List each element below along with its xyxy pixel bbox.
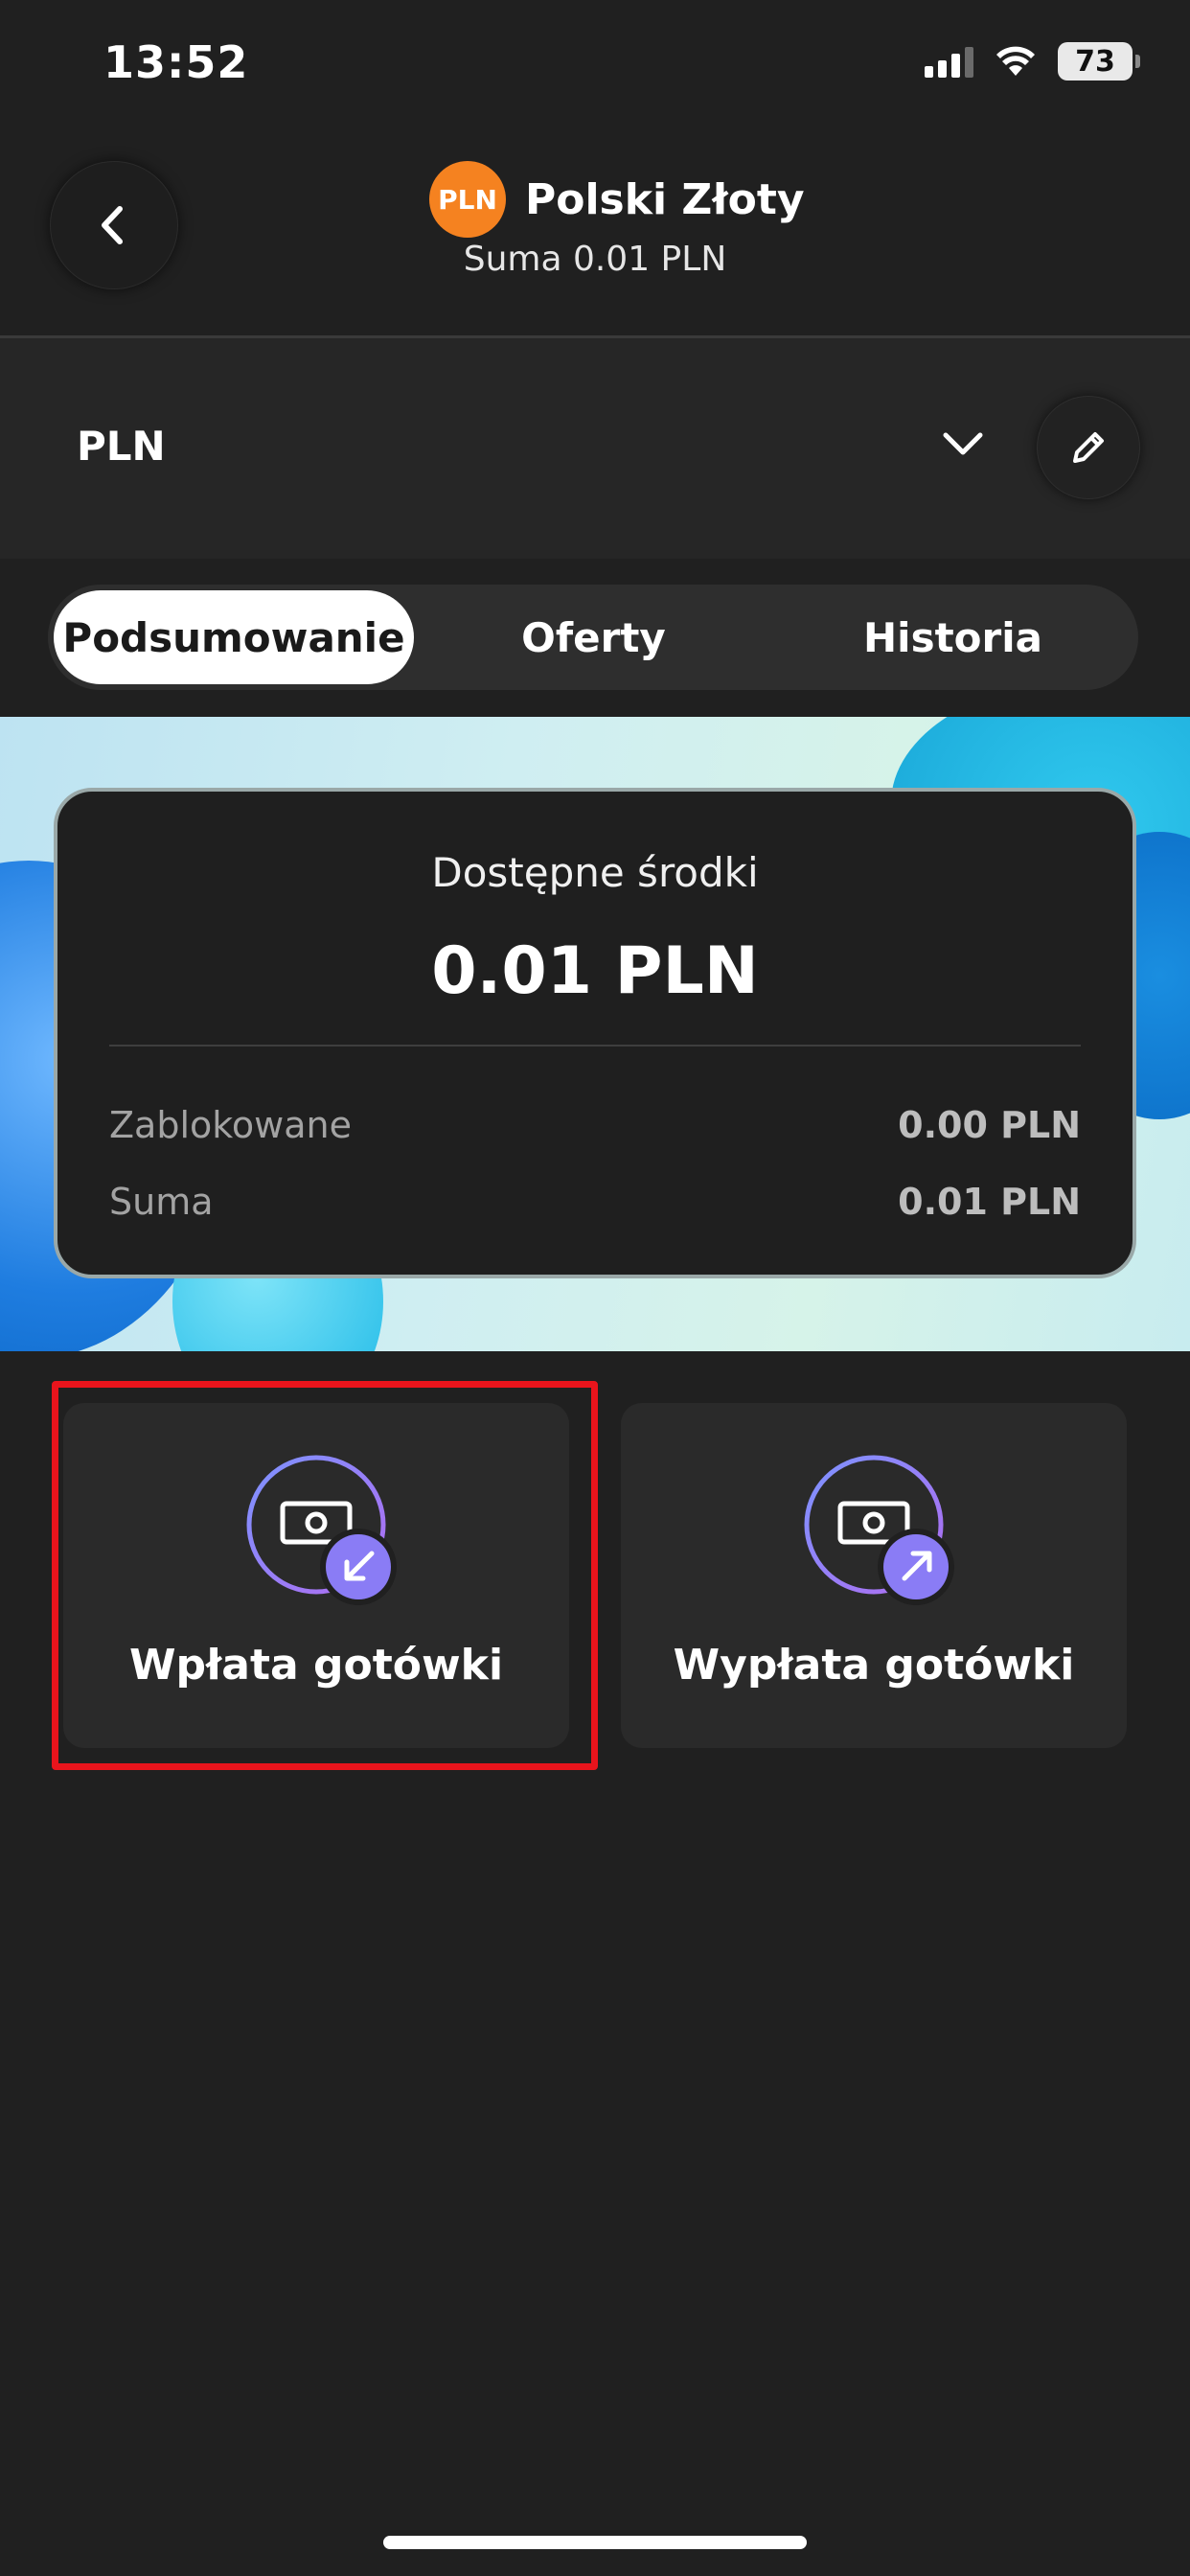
cash-deposit-icon — [246, 1455, 397, 1605]
currency-dropdown-button[interactable] — [939, 420, 987, 468]
edit-button[interactable] — [1037, 396, 1140, 499]
status-icons: 73 — [925, 42, 1140, 80]
currency-selector-label: PLN — [77, 423, 166, 470]
page-title: Polski Złoty — [525, 174, 805, 224]
cash-withdrawal-icon — [804, 1455, 954, 1605]
cash-deposit-label: Wpłata gotówki — [128, 1641, 504, 1690]
blocked-label: Zablokowane — [109, 1104, 352, 1146]
chevron-down-icon — [943, 432, 983, 455]
status-time: 13:52 — [103, 36, 249, 88]
wifi-icon — [996, 46, 1035, 76]
tab-podsumowanie[interactable]: Podsumowanie — [54, 590, 414, 684]
currency-selector[interactable]: PLN — [0, 338, 1190, 559]
cellular-signal-icon — [925, 45, 973, 78]
currency-badge: PLN — [429, 161, 506, 238]
tab-oferty[interactable]: Oferty — [414, 590, 773, 684]
home-indicator[interactable] — [383, 2536, 807, 2549]
pencil-icon — [1073, 432, 1104, 463]
total-label: Suma — [109, 1181, 214, 1223]
title-row: PLN Polski Złoty — [429, 161, 805, 238]
blocked-value: 0.00 PLN — [898, 1104, 1081, 1146]
available-funds-value: 0.01 PLN — [431, 933, 759, 1009]
page-subtitle: Suma 0.01 PLN — [463, 240, 727, 279]
balance-card: Dostępne środki 0.01 PLN Zablokowane 0.0… — [54, 788, 1136, 1278]
cash-deposit-button[interactable]: Wpłata gotówki — [63, 1403, 569, 1748]
blocked-row: Zablokowane 0.00 PLN — [109, 1104, 1081, 1146]
tab-bar: Podsumowanie Oferty Historia — [48, 585, 1138, 690]
cash-withdrawal-button[interactable]: Wypłata gotówki — [621, 1403, 1127, 1748]
status-bar: 13:52 73 — [0, 0, 1190, 134]
tab-historia[interactable]: Historia — [773, 590, 1133, 684]
total-row: Suma 0.01 PLN — [109, 1181, 1081, 1223]
card-divider — [109, 1045, 1081, 1046]
total-value: 0.01 PLN — [898, 1181, 1081, 1223]
battery-icon: 73 — [1058, 42, 1140, 80]
available-funds-label: Dostępne środki — [431, 849, 759, 896]
cash-withdrawal-label: Wypłata gotówki — [673, 1641, 1075, 1690]
header: PLN Polski Złoty Suma 0.01 PLN — [0, 144, 1190, 335]
